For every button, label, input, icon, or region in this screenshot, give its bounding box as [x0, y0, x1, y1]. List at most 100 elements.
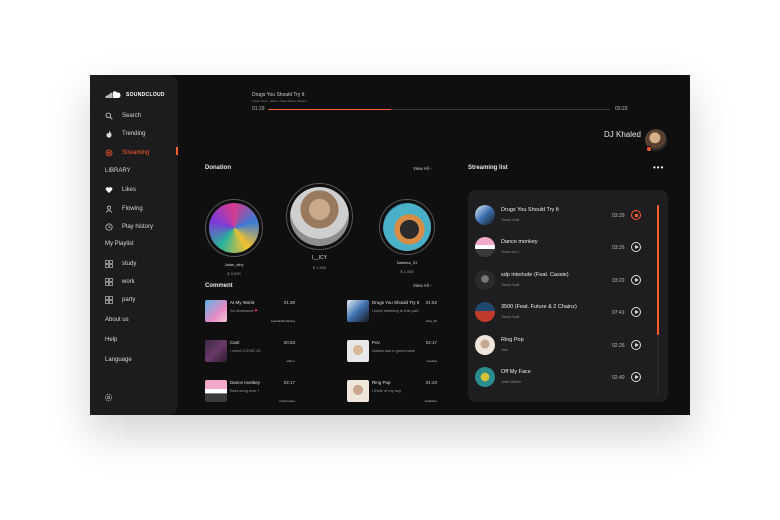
- donation-view-all-link[interactable]: View All ›: [413, 166, 431, 171]
- comment-item[interactable]: At My Worst 01:38 So obsessed ❤ beautifu…: [205, 300, 295, 326]
- donor-avatar-ring: [286, 183, 353, 250]
- sidebar-item-trending[interactable]: Trending: [105, 129, 145, 139]
- comment-thumbnail: [205, 300, 227, 322]
- active-indicator: [176, 147, 178, 155]
- user-icon: [105, 205, 113, 213]
- stream-thumbnail: [475, 270, 495, 290]
- play-button[interactable]: [631, 372, 641, 382]
- stream-title: Off My Face: [501, 369, 531, 375]
- stream-item[interactable]: Off My Face Justin Bieber 02:40: [475, 367, 645, 391]
- soundcloud-logo-icon: [105, 91, 121, 98]
- sidebar-item-flowing[interactable]: Flowing: [105, 204, 143, 214]
- sidebar-item-label: party: [122, 297, 136, 303]
- comment-message: I need COVID 19: [230, 348, 261, 353]
- stream-item[interactable]: Ring Pop Jaid 02:26: [475, 335, 645, 359]
- donor-name: Jalan_why: [224, 262, 244, 267]
- stream-title: Ring Pop: [501, 337, 524, 343]
- stream-item[interactable]: Dance monkey Tones and I 03:26: [475, 237, 645, 261]
- sidebar-item-study[interactable]: study: [105, 259, 136, 269]
- streaming-list: Drugs You Should Try It Travis Scott 03:…: [468, 190, 668, 402]
- playlist-heading: My Playlist: [105, 241, 134, 247]
- sidebar-item-work[interactable]: work: [105, 277, 135, 287]
- sidebar-item-party[interactable]: party: [105, 295, 135, 305]
- comment-time: 01:38: [283, 300, 295, 305]
- comment-message: I think of my boy: [372, 388, 402, 393]
- comment-item[interactable]: Dance monkey 02:17 Best song ever ! anth…: [205, 380, 295, 406]
- play-button[interactable]: [631, 242, 641, 252]
- user-name[interactable]: DJ Khaled: [604, 130, 641, 139]
- sidebar-item-label: work: [122, 279, 135, 285]
- comment-item[interactable]: Drugs You Should Try It 01:52 I keep lis…: [347, 300, 437, 326]
- stream-title: sdp interlude (Feat. Cassie): [501, 272, 569, 278]
- clock-icon: [105, 223, 113, 231]
- about-us-link[interactable]: About us: [105, 317, 129, 323]
- view-all-label: View All: [413, 283, 429, 288]
- donor-name: I__ICY: [311, 255, 328, 261]
- comment-time: 01:52: [425, 300, 437, 305]
- sidebar-item-label: Streaming: [122, 150, 150, 156]
- sidebar-item-label: study: [122, 261, 137, 267]
- play-button[interactable]: [631, 307, 641, 317]
- comment-title: Comment: [205, 283, 233, 289]
- heart-icon: ❤: [254, 308, 258, 313]
- comment-time: 01:20: [425, 380, 437, 385]
- pause-button[interactable]: [631, 210, 641, 220]
- stream-duration: 02:40: [612, 375, 625, 381]
- comment-thumbnail: [347, 340, 369, 362]
- player-progress-fill: [268, 109, 392, 110]
- comment-item[interactable]: Ring Pop 01:20 I think of my boy Indiaat…: [347, 380, 437, 406]
- sidebar-item-streaming[interactable]: Streaming: [105, 148, 149, 158]
- more-options-icon[interactable]: •••: [653, 164, 664, 172]
- streaming-list-title: Streaming list: [468, 165, 508, 171]
- comment-view-all-link[interactable]: View All ›: [413, 283, 431, 288]
- comment-username: edits.x: [286, 359, 295, 363]
- comment-song-title: Pov: [372, 340, 380, 345]
- app-window: SOUNDCLOUD Search Trending Streaming LIB…: [90, 75, 690, 415]
- play-button[interactable]: [631, 340, 641, 350]
- stream-artist: Travis Scott: [501, 315, 520, 319]
- sidebar: SOUNDCLOUD Search Trending Streaming LIB…: [90, 75, 178, 415]
- donor-card[interactable]: I__ICY $ 1,500: [286, 183, 353, 270]
- comment-username: Indiaatne: [424, 399, 437, 403]
- gear-icon: [105, 149, 113, 157]
- comment-item[interactable]: Cant 00:53 I need COVID 19 edits.x: [205, 340, 295, 366]
- player-progress-bar[interactable]: [268, 109, 610, 110]
- donor-amount: $ 1,500: [312, 265, 327, 270]
- grid-icon: [105, 296, 113, 304]
- sidebar-item-play-history[interactable]: Play history: [105, 222, 153, 232]
- comment-time: 02:17: [283, 380, 295, 385]
- streaming-scrollbar-thumb[interactable]: [657, 205, 659, 335]
- play-button[interactable]: [631, 275, 641, 285]
- grid-icon: [105, 278, 113, 286]
- comment-time: 00:53: [283, 340, 295, 345]
- notification-badge: [646, 146, 652, 152]
- help-link[interactable]: Help: [105, 337, 117, 343]
- stream-item[interactable]: Drugs You Should Try It Travis Scott 03:…: [475, 205, 645, 229]
- language-link[interactable]: Language: [105, 357, 132, 363]
- donor-card[interactable]: Nabeka_31 $ 1,000: [379, 199, 435, 274]
- comment-item[interactable]: Pov 02:17 Ariana has a great voice zenda…: [347, 340, 437, 366]
- sidebar-item-search[interactable]: Search: [105, 111, 141, 121]
- stream-item[interactable]: sdp interlude (Feat. Cassie) Travis Scot…: [475, 270, 645, 294]
- sidebar-item-likes[interactable]: Likes: [105, 185, 136, 195]
- comment-message: I keep listening to this part: [372, 308, 419, 313]
- donor-card[interactable]: Jalan_why $ 3,000: [205, 199, 263, 276]
- comment-song-title: Ring Pop: [372, 380, 391, 385]
- stream-duration: 03:22: [612, 278, 625, 284]
- library-heading: LIBRARY: [105, 168, 131, 174]
- comment-username: zendaia: [426, 359, 437, 363]
- stream-thumbnail: [475, 237, 495, 257]
- comment-text: So obsessed: [230, 308, 254, 313]
- stream-item[interactable]: 3500 (Feat. Future & 2 Chainz) Travis Sc…: [475, 302, 645, 326]
- comment-message: So obsessed ❤: [230, 308, 258, 313]
- brand-logo[interactable]: SOUNDCLOUD: [104, 90, 165, 99]
- sidebar-item-label: Trending: [122, 131, 146, 137]
- stream-duration: 02:26: [612, 343, 625, 349]
- comment-song-title: At My Worst: [230, 300, 255, 305]
- comment-username: beautifulfordarling: [271, 319, 295, 323]
- stream-thumbnail: [475, 367, 495, 387]
- stream-title: 3500 (Feat. Future & 2 Chainz): [501, 304, 577, 310]
- stream-artist: Tones and I: [501, 250, 520, 254]
- stream-duration: 03:29: [612, 213, 625, 219]
- settings-icon[interactable]: [104, 393, 113, 402]
